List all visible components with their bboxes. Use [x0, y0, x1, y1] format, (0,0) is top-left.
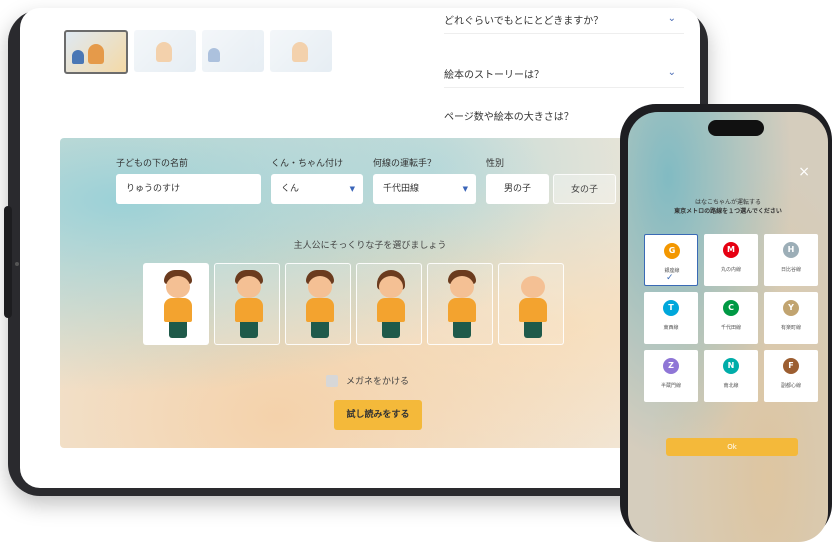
- line-select-title: はなこちゃんが運転する 東京メトロの路線を１つ選んでください: [628, 198, 828, 216]
- glasses-option[interactable]: メガネをかける: [326, 374, 409, 387]
- thumbnail-3[interactable]: [202, 30, 264, 72]
- line-badge-icon: Y: [783, 300, 799, 316]
- faq-item-story[interactable]: 絵本のストーリーは？ ⌄: [444, 66, 684, 88]
- suffix-label: くん・ちゃん付け: [271, 159, 344, 169]
- phone-device: × はなこちゃんが運転する 東京メトロの路線を１つ選んでください G 銀座線 ✓ M 丸…: [620, 104, 832, 542]
- child-illustration: [442, 270, 482, 340]
- preview-thumbnails: [64, 30, 332, 74]
- character-option-2[interactable]: [214, 263, 280, 345]
- ok-button[interactable]: Ok: [666, 438, 798, 456]
- child-illustration: [158, 270, 198, 340]
- chevron-down-icon: ⌄: [667, 67, 676, 78]
- character-option-4[interactable]: [356, 263, 422, 345]
- character-prompt: 主人公にそっくりな子を選びましょう: [293, 241, 447, 251]
- line-label: 何線の運転手？: [373, 159, 437, 169]
- child-illustration: [371, 270, 411, 340]
- line-name: 日比谷線: [780, 267, 801, 273]
- faq-label: どれぐらいでもとにとどきますか？: [444, 16, 604, 27]
- phone-dynamic-island: [708, 120, 764, 136]
- faq-item-delivery[interactable]: どれぐらいでもとにとどきますか？ ⌄: [444, 12, 684, 34]
- line-name: 千代田線: [720, 325, 741, 331]
- customize-panel: 子どもの下の名前 りゅうのすけ くん・ちゃん付け くん ▼ 何線の運転手？ 千代…: [60, 138, 680, 448]
- line-badge-icon: F: [783, 358, 799, 374]
- title-line-1: はなこちゃんが運転する: [694, 199, 761, 206]
- thumbnail-1[interactable]: [64, 30, 128, 74]
- line-select[interactable]: 千代田線 ▼: [373, 174, 476, 204]
- child-illustration: [513, 270, 553, 340]
- line-badge-icon: G: [664, 243, 680, 259]
- metro-line-option[interactable]: G 銀座線 ✓: [644, 234, 698, 286]
- character-option-1[interactable]: [143, 263, 209, 345]
- metro-line-option[interactable]: F 副都心線: [764, 350, 818, 402]
- line-badge-icon: M: [723, 242, 739, 258]
- metro-line-option[interactable]: Z 半蔵門線: [644, 350, 698, 402]
- child-illustration: [229, 270, 269, 340]
- check-icon: ✓: [666, 273, 674, 283]
- title-line-2: 東京メトロの路線を１つ選んでください: [674, 208, 782, 215]
- thumbnail-2[interactable]: [134, 30, 196, 72]
- line-name: 半蔵門線: [660, 383, 681, 389]
- line-name: 東西線: [663, 325, 679, 331]
- tablet-side-button: [4, 206, 12, 318]
- chevron-down-icon: ⌄: [667, 13, 676, 24]
- character-options: [143, 263, 564, 345]
- name-label: 子どもの下の名前: [116, 159, 189, 169]
- metro-line-option[interactable]: N 南北線: [704, 350, 758, 402]
- close-icon[interactable]: ×: [798, 164, 810, 180]
- gender-male-button[interactable]: 男の子: [486, 174, 549, 204]
- metro-line-option[interactable]: T 東西線: [644, 292, 698, 344]
- tablet-camera: [15, 262, 19, 266]
- tablet-device: どれぐらいでもとにとどきますか？ ⌄ 絵本のストーリーは？ ⌄ ページ数や絵本の…: [4, 8, 708, 496]
- thumbnail-4[interactable]: [270, 30, 332, 72]
- gender-female-button[interactable]: 女の子: [553, 174, 616, 204]
- line-name: 有楽町線: [780, 325, 801, 331]
- metro-line-option[interactable]: Y 有楽町線: [764, 292, 818, 344]
- suffix-value: くん: [281, 184, 300, 194]
- phone-screen: × はなこちゃんが運転する 東京メトロの路線を１つ選んでください G 銀座線 ✓ M 丸…: [628, 112, 828, 542]
- glasses-label: メガネをかける: [346, 377, 410, 387]
- name-input[interactable]: りゅうのすけ: [116, 174, 261, 204]
- faq-label: 絵本のストーリーは？: [444, 70, 544, 81]
- metro-line-option[interactable]: M 丸の内線: [704, 234, 758, 286]
- character-option-5[interactable]: [427, 263, 493, 345]
- child-illustration: [300, 270, 340, 340]
- line-badge-icon: Z: [663, 358, 679, 374]
- character-option-3[interactable]: [285, 263, 351, 345]
- suffix-select[interactable]: くん ▼: [271, 174, 363, 204]
- metro-line-option[interactable]: H 日比谷線: [764, 234, 818, 286]
- gender-label: 性別: [486, 159, 505, 169]
- line-badge-icon: H: [783, 242, 799, 258]
- metro-line-option[interactable]: C 千代田線: [704, 292, 758, 344]
- glasses-checkbox[interactable]: [326, 374, 338, 387]
- line-value: 千代田線: [383, 184, 420, 194]
- tablet-screen: どれぐらいでもとにとどきますか？ ⌄ 絵本のストーリーは？ ⌄ ページ数や絵本の…: [20, 8, 700, 488]
- try-reading-button[interactable]: 試し読みをする: [334, 400, 422, 430]
- character-option-6[interactable]: [498, 263, 564, 345]
- line-badge-icon: N: [723, 358, 739, 374]
- line-name: 丸の内線: [720, 267, 741, 273]
- dropdown-arrow-icon: ▼: [349, 185, 355, 193]
- line-name: 南北線: [723, 383, 739, 389]
- metro-line-grid: G 銀座線 ✓ M 丸の内線 H 日比谷線 T 東西線 C 千代田線 Y 有楽町線 Z 半蔵門線 N 南北線 F 副…: [644, 234, 818, 402]
- line-badge-icon: C: [723, 300, 739, 316]
- faq-label: ページ数や絵本の大きさは？: [444, 112, 574, 123]
- line-badge-icon: T: [663, 300, 679, 316]
- line-name: 副都心線: [780, 383, 801, 389]
- dropdown-arrow-icon: ▼: [462, 185, 468, 193]
